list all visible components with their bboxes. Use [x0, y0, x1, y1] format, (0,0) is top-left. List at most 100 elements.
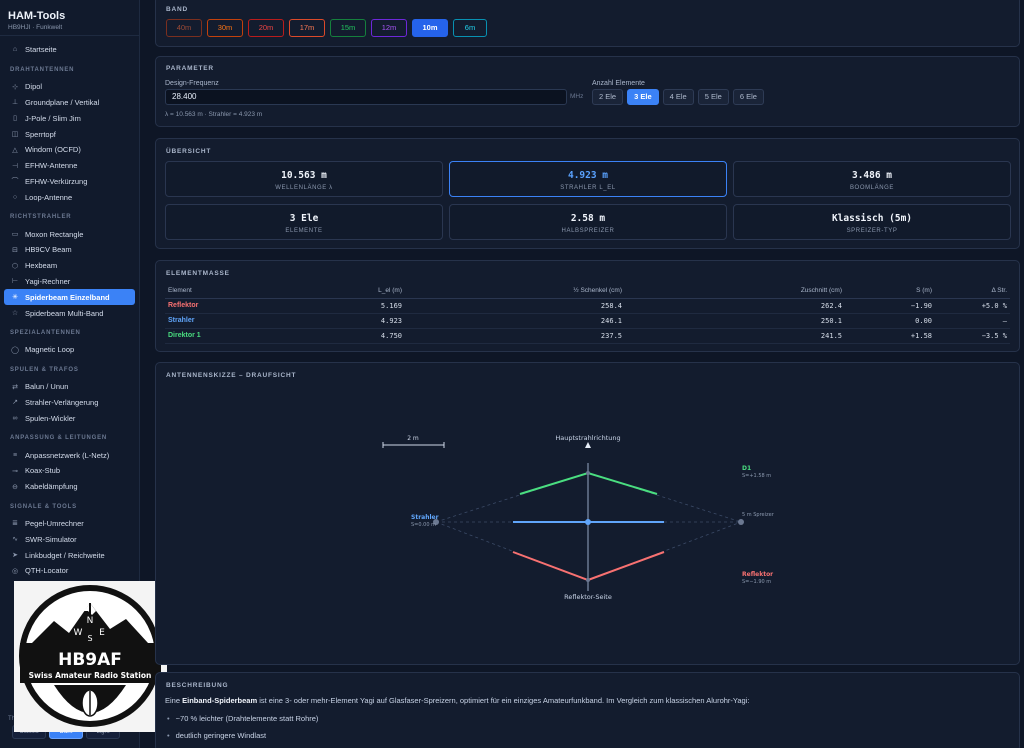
spreader-tip-bottom: [586, 578, 590, 582]
swr-icon: ∿: [12, 536, 18, 544]
sidebar-item-efhw-verkürzung[interactable]: ⌒ EFHW-Verkürzung: [4, 174, 135, 190]
sidebar-item-swr-simulator[interactable]: ∿ SWR-Simulator: [4, 531, 135, 547]
sidebar-item-hb9cv-beam[interactable]: ⊟ HB9CV Beam: [4, 242, 135, 258]
sidebar-item-spiderbeam-einzelband[interactable]: ✳ Spiderbeam Einzelband: [4, 289, 135, 306]
band-30m-button[interactable]: 30m: [207, 19, 243, 37]
band-6m-button[interactable]: 6m: [453, 19, 487, 37]
sidebar-item-spiderbeam-multi-band[interactable]: ☆ Spiderbeam Multi-Band: [4, 305, 135, 321]
elements-6-ele-button[interactable]: 6 Ele: [732, 89, 764, 105]
locator-icon: ◎: [11, 567, 19, 575]
sidebar-item-label: Linkbudget / Reichweite: [25, 550, 105, 560]
cable-icon: ⊖: [12, 483, 18, 491]
efhw-icon: ⊣: [11, 162, 19, 170]
description-bullet: ~70 % leichter (Drahtelemente statt Rohr…: [167, 714, 319, 723]
description-text: Eine Einband-Spiderbeam ist eine 3- oder…: [165, 696, 749, 705]
elements-3-ele-button[interactable]: 3 Ele: [627, 89, 659, 105]
sidebar-item-sperrtopf[interactable]: ◫ Sperrtopf: [4, 126, 135, 142]
sidebar-item-qth-locator[interactable]: ◎ QTH-Locator: [4, 563, 135, 579]
sidebar-item-groundplane-vertikal[interactable]: ⊥ Groundplane / Vertikal: [4, 95, 135, 111]
sidebar-item-strahler-verlängerung[interactable]: ↗ Strahler-Verlängerung: [4, 395, 135, 411]
tile-value: 2.58 m: [570, 213, 606, 224]
tile-value: 3.486 m: [851, 170, 893, 181]
coil-icon: ∞: [12, 414, 18, 422]
elements-2-ele-button[interactable]: 2 Ele: [592, 89, 624, 105]
elements-4-ele-button[interactable]: 4 Ele: [662, 89, 694, 105]
sidebar-section-title: RICHTSTRAHLER: [10, 214, 72, 221]
sidebar-item-label: Strahler-Verlängerung: [25, 397, 99, 407]
compass-w: W: [74, 628, 83, 638]
column-header: Δ Str.: [935, 283, 1010, 299]
description-suffix: ist eine 3- oder mehr-Element Yagi auf G…: [257, 696, 750, 705]
director-label: D1: [742, 465, 751, 472]
description-bullet: deutlich geringere Windlast: [167, 731, 266, 740]
band-10m-button[interactable]: 10m: [412, 19, 448, 37]
efhw-short-icon: ⌒: [11, 178, 19, 186]
sidebar-item-startseite[interactable]: ⌂ Startseite: [4, 42, 135, 58]
sidebar-item-dipol[interactable]: ⊹ Dipol: [4, 79, 135, 95]
sidebar-item-label: SWR-Simulator: [25, 534, 77, 544]
sidebar-item-loop-antenne[interactable]: ○ Loop-Antenne: [4, 189, 135, 205]
sidebar-item-windom-ocfd[interactable]: △ Windom (OCFD): [4, 142, 135, 158]
sidebar-item-koax-stub[interactable]: ⊸ Koax-Stub: [4, 463, 135, 479]
element-name: Direktor 1: [165, 328, 285, 344]
table-cell: 0.00: [845, 313, 935, 329]
sketch-card: ANTENNENSKIZZE – DRAUFSICHT 2 m Hauptstr…: [155, 362, 1020, 665]
table-cell: 246.1: [405, 313, 625, 329]
sidebar-item-hexbeam[interactable]: ⬡ Hexbeam: [4, 258, 135, 274]
description-card: BESCHREIBUNG: [155, 672, 1020, 748]
description-bold: Einband-Spiderbeam: [182, 696, 258, 705]
table-row: Strahler 4.923 246.1 250.1 0.00—: [165, 313, 1010, 329]
overview-tile: 3 Ele ELEMENTE: [165, 204, 443, 240]
tile-value: Klassisch (5m): [831, 213, 913, 224]
sidebar-item-anpassnetzwerk-l-netz[interactable]: ≡ Anpassnetzwerk (L-Netz): [4, 447, 135, 463]
sidebar-item-magnetic-loop[interactable]: ◯ Magnetic Loop: [4, 342, 135, 358]
band-selector: 40m 30m 20m 17m 15m 12m 10m 6m: [166, 19, 487, 37]
overview-tile: 2.58 m HALBSPREIZER: [449, 204, 727, 240]
freq-input[interactable]: 28.400: [165, 89, 567, 105]
reflector-detail: S=−1.90 m: [742, 579, 771, 585]
sidebar-item-label: EFHW-Verkürzung: [25, 176, 88, 186]
sidebar-item-label: Koax-Stub: [25, 466, 61, 476]
description-title: BESCHREIBUNG: [166, 682, 229, 689]
sidebar-item-pegel-umrechner[interactable]: ≣ Pegel-Umrechner: [4, 516, 135, 532]
sidebar-item-label: Pegel-Umrechner: [25, 518, 84, 528]
tile-label: ELEMENTE: [285, 228, 323, 234]
sidebar-section-title: SIGNALE & TOOLS: [10, 503, 77, 510]
sidebar-item-linkbudget-reichweite[interactable]: ➤ Linkbudget / Reichweite: [4, 547, 135, 563]
feedpoint: [585, 519, 591, 525]
table-cell: 5.169: [285, 298, 405, 314]
sidebar-item-label: Groundplane / Vertikal: [25, 97, 100, 107]
dipole-icon: ⊹: [12, 83, 18, 91]
brand: HAM-Tools HB9HJI · Funkwelt: [0, 0, 139, 36]
overview-tile: 10.563 m WELLENLÄNGE λ: [165, 161, 443, 197]
band-17m-button[interactable]: 17m: [289, 19, 325, 37]
forward-label: Hauptstrahlrichtung: [555, 434, 620, 442]
table-cell: 262.4: [625, 298, 845, 314]
sidebar-item-spulen-wickler[interactable]: ∞ Spulen-Wickler: [4, 410, 135, 426]
column-header: S (m): [845, 283, 935, 299]
sidebar-item-label: Spulen-Wickler: [25, 413, 76, 423]
sidebar-item-label: Anpassnetzwerk (L-Netz): [25, 450, 110, 460]
parameter-title: PARAMETER: [166, 65, 214, 72]
sidebar-item-label: Balun / Unun: [25, 382, 69, 392]
sidebar-item-kabeldämpfung[interactable]: ⊖ Kabeldämpfung: [4, 479, 135, 495]
lnetwork-icon: ≡: [12, 451, 18, 459]
sidebar-item-label: Yagi-Rechner: [25, 276, 71, 286]
sidebar-item-balun-unun[interactable]: ⇄ Balun / Unun: [4, 379, 135, 395]
sidebar-item-yagi-rechner[interactable]: ⊢ Yagi-Rechner: [4, 274, 135, 290]
level-icon: ≣: [12, 520, 18, 528]
spreader-label: 5 m Spreizer: [742, 512, 775, 518]
band-40m-button[interactable]: 40m: [166, 19, 202, 37]
band-12m-button[interactable]: 12m: [371, 19, 407, 37]
elements-5-ele-button[interactable]: 5 Ele: [697, 89, 729, 105]
sidebar-item-efhw-antenne[interactable]: ⊣ EFHW-Antenne: [4, 158, 135, 174]
sidebar-item-label: Dipol: [25, 82, 43, 92]
yagi-icon: ⊢: [11, 278, 19, 286]
elements-selector: 2 Ele 3 Ele 4 Ele 5 Ele 6 Ele: [592, 89, 764, 105]
spreader-tip-top: [586, 471, 590, 475]
band-15m-button[interactable]: 15m: [330, 19, 366, 37]
sidebar-item-moxon-rectangle[interactable]: ▭ Moxon Rectangle: [4, 226, 135, 242]
sidebar-item-j-pole-slim-jim[interactable]: ▯ J-Pole / Slim Jim: [4, 110, 135, 126]
band-20m-button[interactable]: 20m: [248, 19, 284, 37]
tile-label: HALBSPREIZER: [561, 228, 615, 234]
